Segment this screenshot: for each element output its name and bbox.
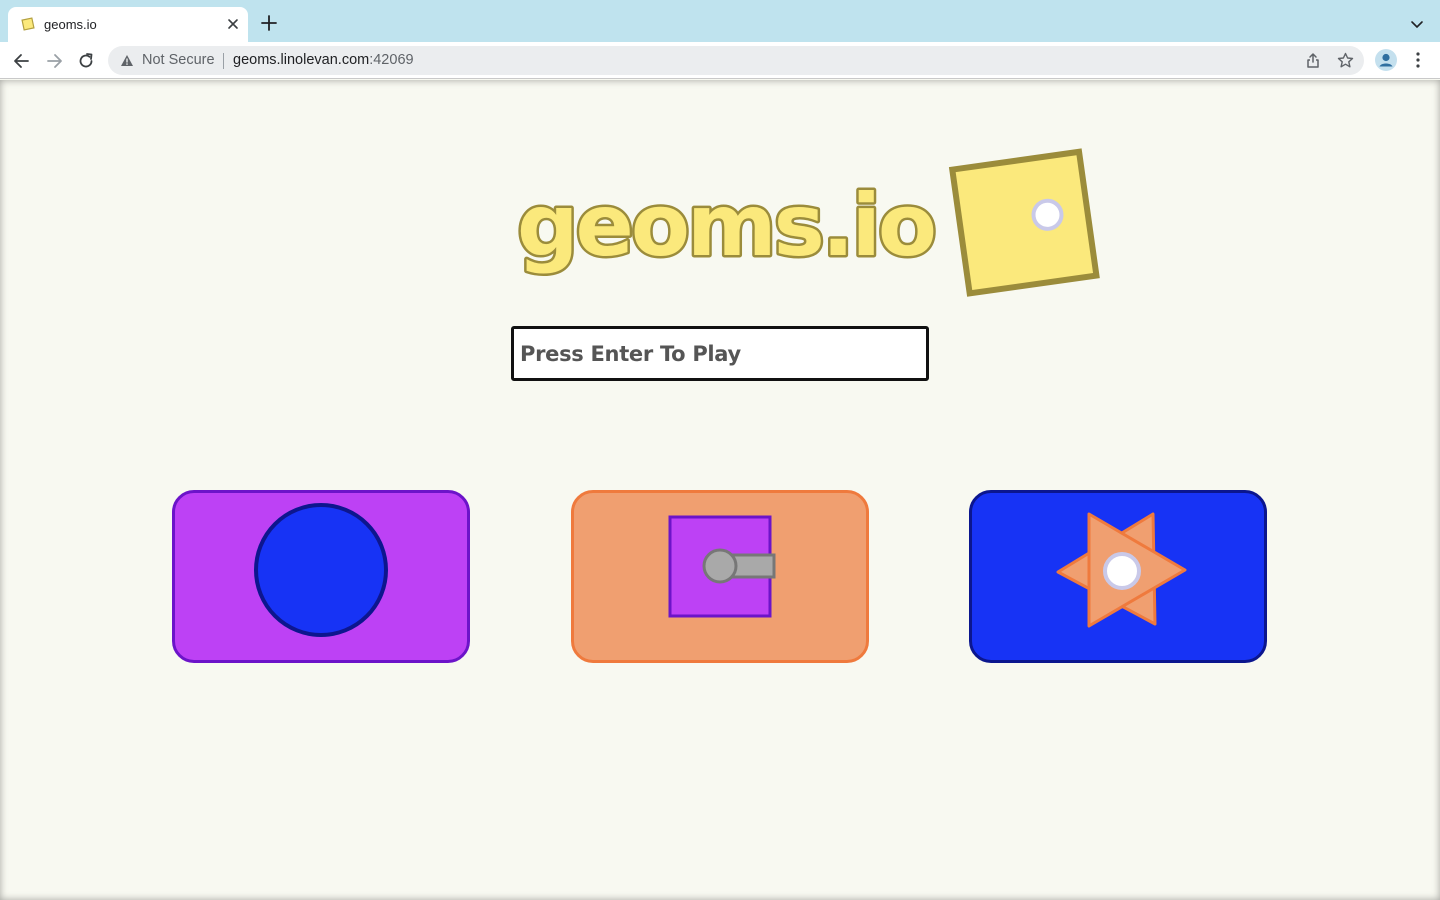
bookmark-star-icon[interactable] xyxy=(1337,52,1354,69)
close-tab-icon[interactable] xyxy=(224,15,242,33)
nickname-input[interactable] xyxy=(511,326,929,381)
warning-triangle-icon xyxy=(121,55,133,66)
favicon-icon xyxy=(21,17,35,31)
tab-search-chevron-icon[interactable] xyxy=(1409,16,1425,32)
forward-arrow-icon[interactable] xyxy=(44,51,64,71)
circle-class-card[interactable] xyxy=(172,490,470,663)
browser-toolbar: Not Secure geoms.linolevan.com:42069 xyxy=(0,42,1440,79)
url-port: :42069 xyxy=(369,52,414,68)
tab-title: geoms.io xyxy=(44,17,97,32)
profile-avatar-icon[interactable] xyxy=(1375,49,1397,71)
orange-star-icon xyxy=(1056,512,1187,628)
blue-circle-icon xyxy=(254,503,388,637)
logo-text: geoms.io xyxy=(517,176,934,276)
browser-menu-icon[interactable] xyxy=(1410,50,1426,70)
url-host: geoms.linolevan.com xyxy=(233,52,370,68)
address-bar[interactable]: Not Secure geoms.linolevan.com:42069 xyxy=(108,46,1364,75)
square-cannon-class-card[interactable] xyxy=(571,490,869,663)
address-separator xyxy=(223,53,224,69)
purple-square-cannon-icon xyxy=(668,515,776,618)
logo-square-icon xyxy=(948,148,1100,297)
share-icon[interactable] xyxy=(1305,52,1321,69)
reload-icon[interactable] xyxy=(76,51,96,71)
browser-tab[interactable]: geoms.io xyxy=(8,7,248,42)
tab-strip: geoms.io xyxy=(0,0,1440,42)
star-class-card[interactable] xyxy=(969,490,1267,663)
url-text[interactable]: geoms.linolevan.com:42069 xyxy=(233,52,414,68)
new-tab-icon[interactable] xyxy=(260,14,278,32)
back-arrow-icon[interactable] xyxy=(12,51,32,71)
geoms-logo: geoms.io xyxy=(515,148,1100,297)
security-label[interactable]: Not Secure xyxy=(142,52,215,68)
